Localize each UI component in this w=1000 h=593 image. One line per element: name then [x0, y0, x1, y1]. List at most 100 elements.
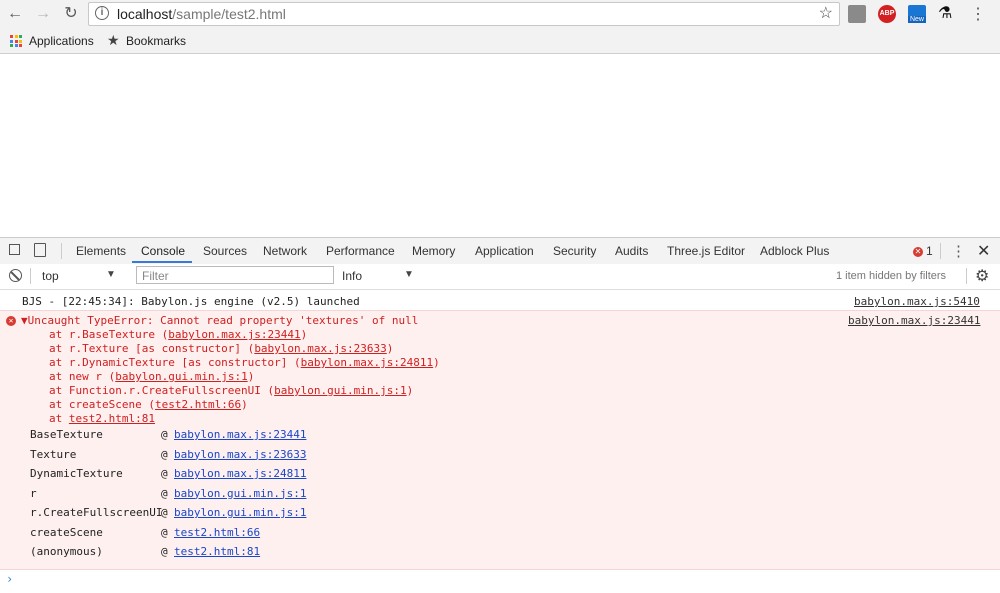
stack-source-link[interactable]: babylon.max.js:23441: [174, 428, 306, 441]
stack-source-link[interactable]: test2.html:66: [174, 526, 260, 539]
divider: [966, 268, 967, 284]
apps-grid-dot: [19, 39, 22, 43]
trace-prefix: at r.BaseTexture (: [49, 328, 169, 341]
close-devtools-icon[interactable]: ✕: [977, 241, 990, 261]
error-message[interactable]: ▼Uncaught TypeError: Cannot read propert…: [21, 314, 418, 327]
stack-at-symbol: @: [161, 447, 168, 461]
bookmark-star-icon[interactable]: ☆: [819, 3, 833, 23]
gear-icon[interactable]: ⚙: [975, 266, 989, 286]
apps-grid-dot: [10, 35, 13, 38]
stack-function-name: DynamicTexture: [30, 467, 123, 480]
abp-label: ABP: [879, 10, 895, 17]
trace-line: at test2.html:81: [49, 412, 155, 425]
stack-function-name: Texture: [30, 447, 77, 461]
browser-toolbar: ← → ↻ i localhost/sample/test2.html ☆ AB…: [0, 0, 1000, 29]
stack-function-name: BaseTexture: [30, 428, 103, 441]
devtools-menu-icon[interactable]: ⋮: [951, 242, 966, 260]
tab-network[interactable]: Network: [263, 244, 307, 258]
tab-sources[interactable]: Sources: [203, 244, 247, 258]
console-output: BJS - [22:45:34]: Babylon.js engine (v2.…: [0, 290, 1000, 593]
inspect-element-icon[interactable]: [9, 244, 20, 255]
bookmarks-bar: Applications ★ Bookmarks: [0, 29, 1000, 54]
apps-grid-dot: [14, 44, 18, 47]
reload-icon[interactable]: ↻: [60, 4, 82, 24]
error-count-badge[interactable]: ✕ 1: [913, 244, 933, 258]
stack-source-link[interactable]: babylon.gui.min.js:1: [174, 487, 306, 500]
trace-suffix: ): [300, 328, 308, 341]
extension-puzzle-icon[interactable]: [848, 5, 866, 23]
trace-link[interactable]: babylon.max.js:23633: [254, 342, 386, 355]
context-dropdown-icon[interactable]: ▼: [106, 269, 116, 280]
trace-prefix: at createScene (: [49, 398, 155, 411]
stack-source-link[interactable]: babylon.max.js:24811: [174, 467, 306, 480]
context-selector[interactable]: top: [42, 269, 59, 283]
stack-function-name: r.CreateFullscreenUI: [30, 506, 163, 519]
trace-link[interactable]: test2.html:66: [155, 398, 241, 411]
bookmark-applications[interactable]: Applications: [29, 34, 94, 48]
tab-adblock-plus[interactable]: Adblock Plus: [760, 244, 829, 258]
tab-security[interactable]: Security: [553, 244, 596, 258]
apps-grid-icon[interactable]: [10, 35, 22, 47]
tab-audits[interactable]: Audits: [615, 244, 648, 258]
active-tab-indicator: [132, 261, 192, 263]
trace-suffix: ): [433, 356, 440, 369]
stack-at-symbol: @: [161, 525, 168, 539]
divider: [30, 268, 31, 284]
filter-input[interactable]: Filter: [136, 266, 334, 284]
trace-line: at new r (babylon.gui.min.js:1): [49, 370, 254, 383]
log-source-link[interactable]: babylon.max.js:5410: [854, 295, 980, 308]
device-toolbar-icon[interactable]: [34, 243, 46, 257]
console-error-row: ✕ ▼Uncaught TypeError: Cannot read prope…: [0, 310, 1000, 570]
tab-elements[interactable]: Elements: [76, 244, 126, 258]
stack-at-symbol: @: [161, 545, 168, 558]
stack-source-link[interactable]: babylon.gui.min.js:1: [174, 506, 306, 519]
stack-source-link[interactable]: test2.html:81: [174, 545, 260, 558]
tab-memory[interactable]: Memory: [412, 244, 455, 258]
address-bar[interactable]: i localhost/sample/test2.html ☆: [88, 2, 840, 26]
error-count: 1: [926, 244, 933, 258]
adblock-plus-icon[interactable]: ABP: [878, 5, 896, 23]
trace-prefix: at: [49, 412, 69, 425]
log-level-dropdown-icon[interactable]: ▼: [404, 269, 414, 280]
log-level-selector[interactable]: Info: [342, 269, 362, 283]
stack-at-symbol: @: [161, 486, 168, 500]
error-circle-icon: ✕: [913, 246, 923, 257]
console-filter-bar: top ▼ Filter Info ▼ 1 item hidden by fil…: [0, 264, 1000, 290]
console-prompt-icon[interactable]: ›: [6, 572, 13, 586]
new-extension-icon[interactable]: New: [908, 5, 926, 23]
url-host: localhost: [117, 6, 173, 22]
clear-console-icon[interactable]: [9, 269, 22, 282]
trace-line: at Function.r.CreateFullscreenUI (babylo…: [49, 384, 413, 397]
error-icon: ✕: [6, 316, 16, 326]
tab-performance[interactable]: Performance: [326, 244, 395, 258]
trace-line: at r.DynamicTexture [as constructor] (ba…: [49, 356, 440, 369]
trace-line: at r.BaseTexture (babylon.max.js:23441): [49, 328, 307, 341]
trace-link[interactable]: babylon.max.js:23441: [168, 328, 300, 341]
tab-application[interactable]: Application: [475, 244, 534, 258]
apps-grid-dot: [19, 44, 22, 47]
bookmark-bookmarks[interactable]: Bookmarks: [126, 34, 186, 48]
apps-grid-dot: [10, 44, 13, 47]
divider: [61, 243, 62, 259]
back-arrow-icon[interactable]: ←: [4, 4, 26, 24]
stack-at-symbol: @: [161, 506, 168, 519]
forward-arrow-icon[interactable]: →: [32, 4, 54, 24]
stack-source-link[interactable]: babylon.max.js:23633: [174, 448, 306, 461]
trace-link[interactable]: babylon.max.js:24811: [301, 356, 433, 369]
trace-link[interactable]: babylon.gui.min.js:1: [274, 384, 406, 397]
figure-extension-icon[interactable]: ⚗: [938, 5, 956, 23]
log-message: BJS - [22:45:34]: Babylon.js engine (v2.…: [22, 295, 360, 308]
trace-line: at createScene (test2.html:66): [49, 398, 248, 411]
devtools-panel: Elements Console Sources Network Performance…: [0, 237, 1000, 593]
error-source-link[interactable]: babylon.max.js:23441: [848, 314, 980, 327]
url-text[interactable]: localhost/sample/test2.html: [117, 6, 286, 22]
stack-function-name: createScene: [30, 525, 103, 539]
trace-link[interactable]: babylon.gui.min.js:1: [115, 370, 247, 383]
tab-three-js-editor[interactable]: Three.js Editor: [667, 244, 745, 258]
info-icon[interactable]: i: [95, 6, 109, 20]
tab-console[interactable]: Console: [141, 244, 185, 258]
stack-function-name: (anonymous): [30, 545, 103, 558]
trace-link[interactable]: test2.html:81: [69, 412, 155, 425]
browser-menu-icon[interactable]: ⋮: [970, 4, 986, 24]
hidden-items-note: 1 item hidden by filters: [836, 270, 947, 282]
